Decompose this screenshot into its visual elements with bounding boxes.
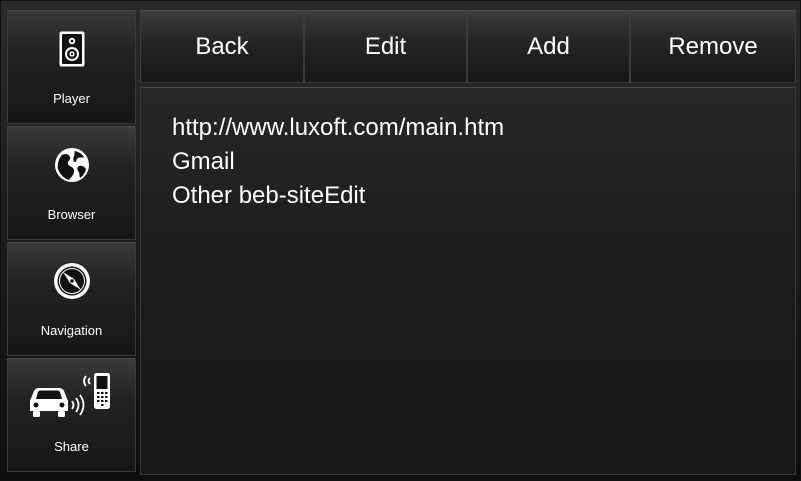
remove-button[interactable]: Remove (630, 10, 796, 83)
sidebar-item-label: Browser (47, 207, 96, 222)
compass-icon (8, 261, 135, 301)
toolbar: Back Edit Add Remove (140, 10, 796, 83)
sidebar: Player Browser Navigation Share (7, 10, 136, 474)
list-item[interactable]: Gmail (172, 145, 504, 179)
browser-bookmarks-screen: Player Browser Navigation Share Back Edi… (0, 0, 801, 481)
list-item[interactable]: http://www.luxoft.com/main.htm (172, 111, 504, 145)
bookmarks-panel: http://www.luxoft.com/main.htm Gmail Oth… (140, 87, 796, 475)
sidebar-item-navigation[interactable]: Navigation (7, 242, 136, 356)
add-button[interactable]: Add (467, 10, 630, 83)
list-item[interactable]: Other beb-siteEdit (172, 179, 504, 213)
back-button[interactable]: Back (140, 10, 304, 83)
speaker-icon (8, 29, 135, 69)
sidebar-item-label: Player (53, 91, 90, 106)
sidebar-item-label: Share (54, 439, 89, 454)
bookmarks-list: http://www.luxoft.com/main.htm Gmail Oth… (172, 111, 504, 213)
sidebar-item-browser[interactable]: Browser (7, 126, 136, 240)
car-phone-icon (8, 371, 135, 419)
sidebar-item-player[interactable]: Player (7, 10, 136, 124)
edit-button[interactable]: Edit (304, 10, 467, 83)
sidebar-item-share[interactable]: Share (7, 358, 136, 472)
sidebar-item-label: Navigation (40, 323, 103, 338)
globe-icon (8, 145, 135, 185)
